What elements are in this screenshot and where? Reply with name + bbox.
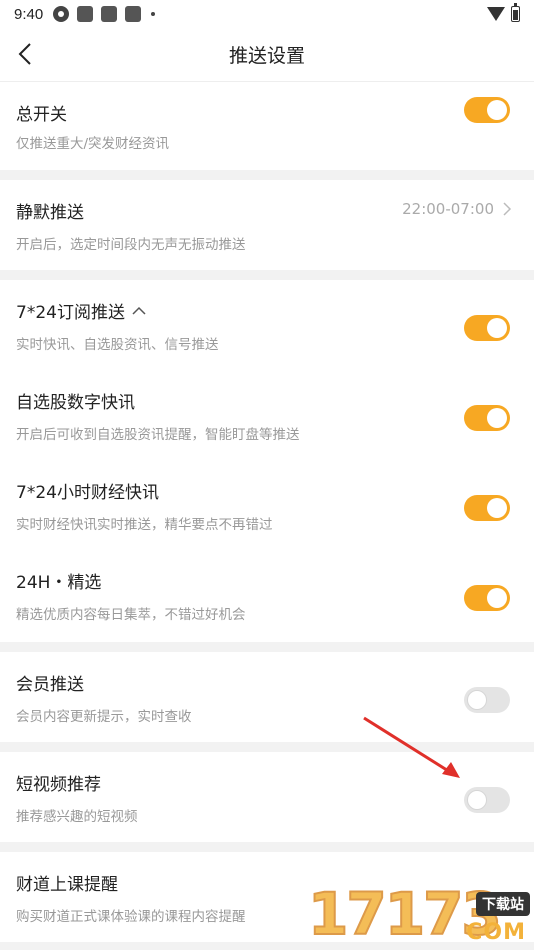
setting-row-master: 总开关 仅推送重大/突发财经资讯 xyxy=(0,82,534,170)
member-push-toggle[interactable] xyxy=(464,687,510,713)
red-arrow-annotation xyxy=(363,716,460,778)
setting-row-watchlist-digits: 自选股数字快讯 开启后可收到自选股资讯提醒，智能盯盘等推送 xyxy=(0,370,534,460)
section-gap xyxy=(0,842,534,852)
subscription-section: 7*24订阅推送 实时快讯、自选股资讯、信号推送 自选股数字快讯 开启后可收到自… xyxy=(0,280,534,642)
setting-row-24h-featured: 24H・精选 精选优质内容每日集萃，不错过好机会 xyxy=(0,550,534,642)
watchlist-digits-toggle[interactable] xyxy=(464,405,510,431)
wifi-icon xyxy=(487,7,505,21)
featured-24h-toggle[interactable] xyxy=(464,585,510,611)
setting-desc: 精选优质内容每日集萃，不错过好机会 xyxy=(16,607,246,623)
setting-desc: 开启后可收到自选股资讯提醒，智能盯盘等推送 xyxy=(16,427,300,443)
status-bar: 9:40 xyxy=(0,0,534,28)
setting-title: 7*24订阅推送 xyxy=(16,298,146,323)
master-switch-toggle[interactable] xyxy=(464,97,510,123)
battery-icon xyxy=(511,3,520,22)
chevron-right-icon xyxy=(503,202,512,216)
header-bar: 推送设置 xyxy=(0,28,534,82)
notification-square-icon xyxy=(101,6,118,22)
section-gap xyxy=(0,270,534,280)
notification-square-icon xyxy=(125,6,142,22)
section-gap xyxy=(0,642,534,652)
setting-title: 24H・精选 xyxy=(16,573,102,593)
setting-desc: 购买财道正式课体验课的课程内容提醒 xyxy=(16,909,246,925)
setting-row-724-subscription: 7*24订阅推送 实时快讯、自选股资讯、信号推送 xyxy=(0,280,534,370)
setting-title: 短视频推荐 xyxy=(16,775,101,795)
notification-app-icon xyxy=(53,6,70,22)
setting-desc: 推荐感兴趣的短视频 xyxy=(16,809,138,825)
setting-title: 总开关 xyxy=(16,105,67,125)
setting-title: 财道上课提醒 xyxy=(16,875,118,895)
setting-title: 自选股数字快讯 xyxy=(16,393,135,413)
setting-desc: 实时快讯、自选股资讯、信号推送 xyxy=(16,337,219,353)
page-title: 推送设置 xyxy=(228,45,305,67)
setting-title-text: 7*24订阅推送 xyxy=(16,303,125,323)
setting-row-724-finance-news: 7*24小时财经快讯 实时财经快讯实时推送，精华要点不再错过 xyxy=(0,460,534,550)
short-video-toggle[interactable] xyxy=(464,787,510,813)
back-arrow-icon[interactable] xyxy=(14,40,42,68)
silent-push-time-picker[interactable]: 22:00-07:00 xyxy=(402,200,512,218)
setting-desc: 仅推送重大/突发财经资讯 xyxy=(16,136,170,152)
setting-desc: 会员内容更新提示，实时查收 xyxy=(16,709,192,725)
watermark-badge: 下载站 xyxy=(476,892,530,916)
status-time: 9:40 xyxy=(14,5,44,23)
silent-push-section: 静默推送 开启后，选定时间段内无声无振动推送 22:00-07:00 xyxy=(0,180,534,270)
section-gap xyxy=(0,170,534,180)
setting-desc: 实时财经快讯实时推送，精华要点不再错过 xyxy=(16,517,273,533)
watermark-domain: COM xyxy=(466,920,526,945)
caret-up-icon[interactable] xyxy=(132,306,146,316)
more-notifications-dot-icon xyxy=(151,12,156,16)
setting-desc: 开启后，选定时间段内无声无振动推送 xyxy=(16,237,246,253)
watermark-logo: 17173 下载站 COM xyxy=(307,878,534,950)
setting-title: 7*24小时财经快讯 xyxy=(16,483,159,503)
finance-news-toggle[interactable] xyxy=(464,495,510,521)
silent-push-time-value: 22:00-07:00 xyxy=(402,200,494,218)
master-switch-section: 总开关 仅推送重大/突发财经资讯 xyxy=(0,82,534,170)
setting-title: 静默推送 xyxy=(16,203,84,223)
notification-square-icon xyxy=(77,6,94,22)
setting-row-silent-push[interactable]: 静默推送 开启后，选定时间段内无声无振动推送 22:00-07:00 xyxy=(0,180,534,270)
setting-title: 会员推送 xyxy=(16,675,84,695)
subscription-toggle[interactable] xyxy=(464,315,510,341)
